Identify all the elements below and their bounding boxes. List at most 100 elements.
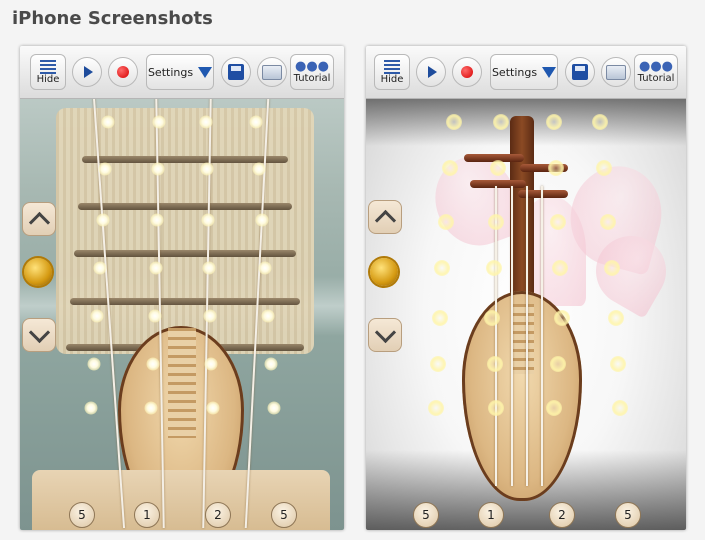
record-button[interactable] — [108, 57, 138, 87]
note-dot[interactable] — [267, 401, 281, 415]
scroll-down-button[interactable] — [22, 318, 56, 352]
note-dot[interactable] — [258, 261, 272, 275]
note-dot[interactable] — [493, 114, 509, 130]
note-dot[interactable] — [438, 214, 454, 230]
note-dot[interactable] — [610, 356, 626, 372]
note-dot[interactable] — [446, 114, 462, 130]
hide-button[interactable]: Hide — [374, 54, 410, 90]
note-dot[interactable] — [596, 160, 612, 176]
string-number-button[interactable]: 1 — [134, 502, 160, 528]
pipa-frets — [168, 328, 196, 438]
tutorial-button[interactable]: ●●● Tutorial — [290, 54, 334, 90]
note-dot[interactable] — [252, 162, 266, 176]
note-dot[interactable] — [206, 401, 220, 415]
record-button[interactable] — [452, 57, 482, 87]
note-dot[interactable] — [442, 160, 458, 176]
open-button[interactable] — [257, 57, 287, 87]
note-dot[interactable] — [488, 214, 504, 230]
note-dot[interactable] — [592, 114, 608, 130]
note-dot[interactable] — [487, 356, 503, 372]
string-2[interactable] — [511, 186, 513, 486]
note-dot[interactable] — [486, 260, 502, 276]
note-dot[interactable] — [93, 261, 107, 275]
note-dot[interactable] — [600, 214, 616, 230]
iphone-screenshot-2[interactable]: 5 1 2 5 Hide Settings ●●● Tutorial — [366, 46, 686, 530]
note-dot[interactable] — [546, 114, 562, 130]
note-dot[interactable] — [554, 310, 570, 326]
string-4[interactable] — [541, 186, 543, 486]
note-dot[interactable] — [199, 115, 213, 129]
note-dot[interactable] — [261, 309, 275, 323]
settings-dropdown[interactable]: Settings — [146, 54, 214, 90]
note-dot[interactable] — [202, 261, 216, 275]
string-number-button[interactable]: 2 — [549, 502, 575, 528]
note-dot[interactable] — [550, 356, 566, 372]
note-dot[interactable] — [552, 260, 568, 276]
play-icon — [428, 66, 437, 78]
scroll-up-button[interactable] — [368, 200, 402, 234]
page-title: iPhone Screenshots — [12, 8, 213, 29]
note-dot[interactable] — [255, 213, 269, 227]
note-dot[interactable] — [98, 162, 112, 176]
note-dot[interactable] — [204, 357, 218, 371]
open-button[interactable] — [601, 57, 631, 87]
note-dot[interactable] — [152, 115, 166, 129]
note-dot[interactable] — [149, 261, 163, 275]
save-button[interactable] — [565, 57, 595, 87]
note-dot[interactable] — [249, 115, 263, 129]
lion-knocker-icon[interactable] — [24, 258, 52, 286]
pipa-frets — [512, 304, 534, 374]
note-dot[interactable] — [428, 400, 444, 416]
iphone-screenshot-1[interactable]: 5 1 2 5 Hide Settings ●●● Tutorial — [20, 46, 344, 530]
chevron-up-icon — [28, 211, 50, 233]
note-dot[interactable] — [146, 357, 160, 371]
play-button[interactable] — [72, 57, 102, 87]
note-dot[interactable] — [434, 260, 450, 276]
scroll-up-button[interactable] — [22, 202, 56, 236]
string-number-button[interactable]: 2 — [205, 502, 231, 528]
note-dot[interactable] — [548, 160, 564, 176]
settings-label: Settings — [491, 65, 538, 79]
note-dot[interactable] — [604, 260, 620, 276]
note-dot[interactable] — [201, 213, 215, 227]
scroll-down-button[interactable] — [368, 318, 402, 352]
note-dot[interactable] — [608, 310, 624, 326]
string-number-button[interactable]: 5 — [615, 502, 641, 528]
note-dot[interactable] — [101, 115, 115, 129]
note-dot[interactable] — [96, 213, 110, 227]
save-button[interactable] — [221, 57, 251, 87]
play-button[interactable] — [416, 57, 446, 87]
note-dot[interactable] — [432, 310, 448, 326]
hide-label: Hide — [36, 73, 60, 85]
note-dot[interactable] — [264, 357, 278, 371]
note-dot[interactable] — [144, 401, 158, 415]
string-number-button[interactable]: 5 — [69, 502, 95, 528]
note-dot[interactable] — [84, 401, 98, 415]
settings-dropdown[interactable]: Settings — [490, 54, 558, 90]
note-dot[interactable] — [612, 400, 628, 416]
note-dot[interactable] — [488, 400, 504, 416]
note-dot[interactable] — [90, 309, 104, 323]
lion-knocker-icon[interactable] — [370, 258, 398, 286]
string-number-button[interactable]: 5 — [413, 502, 439, 528]
note-dot[interactable] — [151, 162, 165, 176]
note-dot[interactable] — [430, 356, 446, 372]
toolbar: Hide Settings ●●● Tutorial — [366, 46, 686, 99]
note-dot[interactable] — [546, 400, 562, 416]
note-dot[interactable] — [490, 160, 506, 176]
hide-button[interactable]: Hide — [30, 54, 66, 90]
note-dot[interactable] — [550, 214, 566, 230]
note-dot[interactable] — [148, 309, 162, 323]
note-dot[interactable] — [484, 310, 500, 326]
note-dot[interactable] — [87, 357, 101, 371]
fret-bar — [78, 203, 292, 210]
folder-icon — [262, 64, 282, 80]
string-number-button[interactable]: 5 — [271, 502, 297, 528]
note-dot[interactable] — [200, 162, 214, 176]
string-3[interactable] — [526, 186, 528, 486]
string-1[interactable] — [495, 186, 497, 486]
note-dot[interactable] — [203, 309, 217, 323]
string-number-button[interactable]: 1 — [478, 502, 504, 528]
note-dot[interactable] — [150, 213, 164, 227]
tutorial-button[interactable]: ●●● Tutorial — [634, 54, 678, 90]
